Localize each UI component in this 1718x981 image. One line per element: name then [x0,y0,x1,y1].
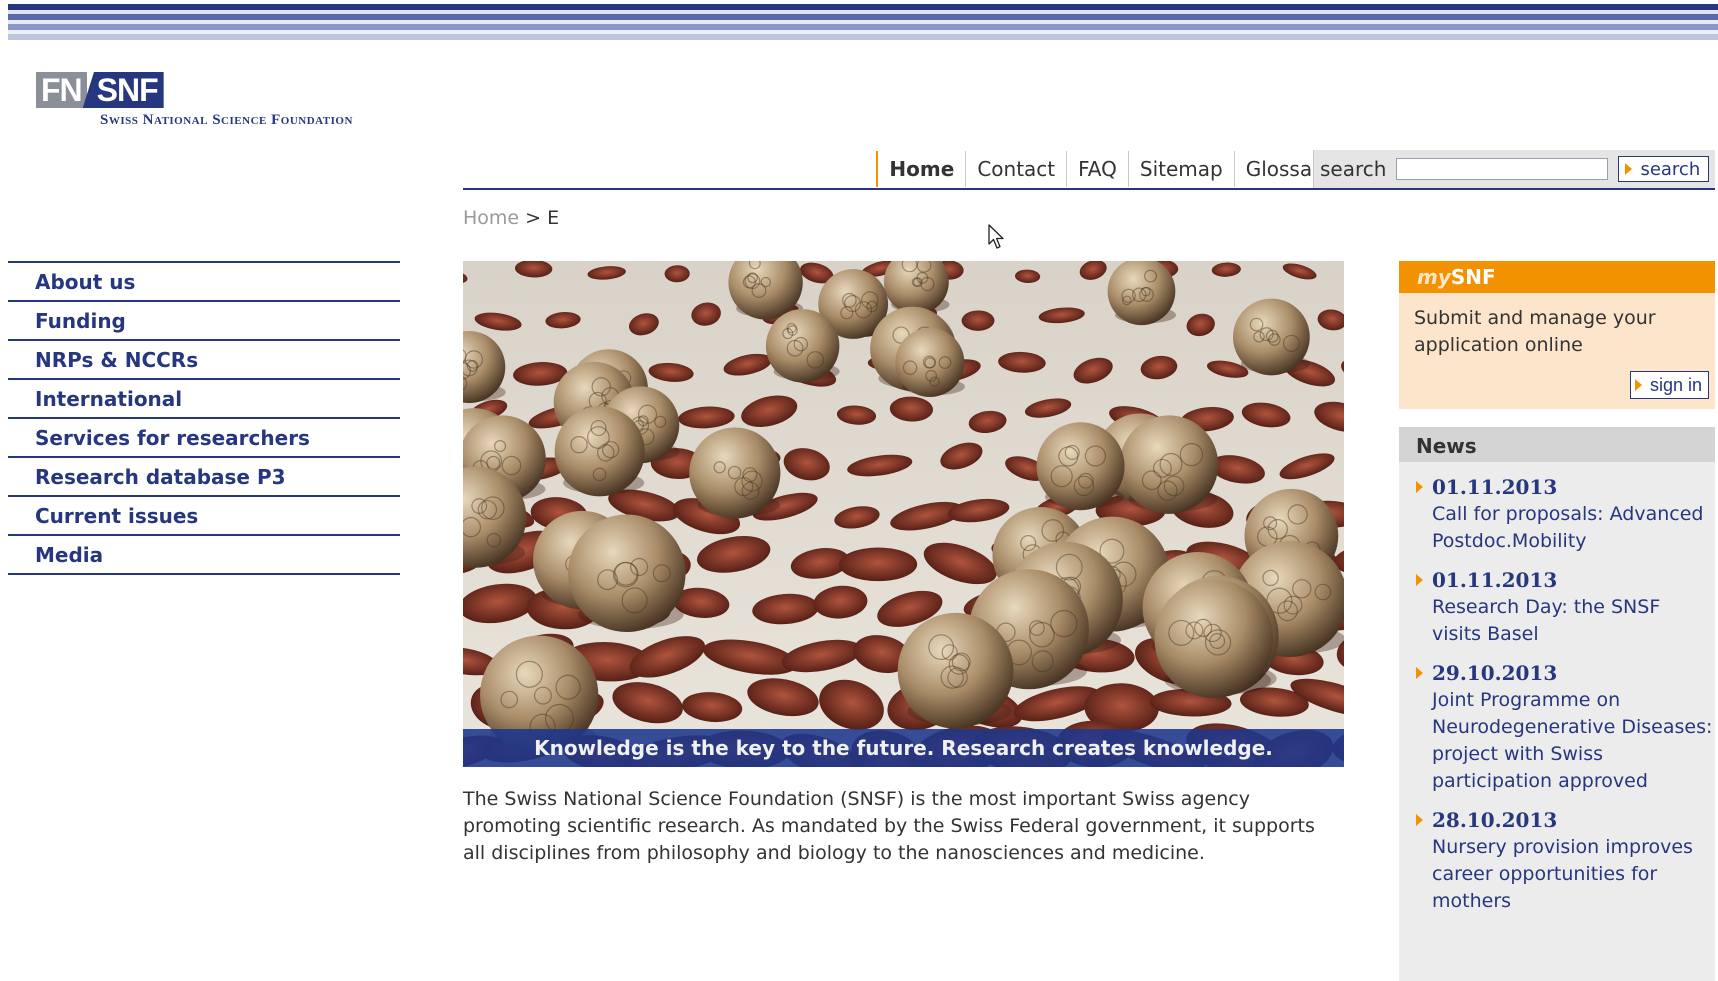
news-item[interactable]: 01.11.2013 Call for proposals: Advanced … [1399,474,1715,555]
intro-text: The Swiss National Science Foundation (S… [463,788,1315,864]
news-headline[interactable]: Call for proposals: Advanced Postdoc.Mob… [1432,501,1715,555]
mysnf-box: mySNF Submit and manage your application… [1399,261,1715,409]
mouse-cursor-icon [988,224,1004,249]
mysnf-title-snf: SNF [1450,265,1496,289]
news-date[interactable]: 28.10.2013 [1432,807,1715,834]
news-item[interactable]: 29.10.2013 Joint Programme on Neurodegen… [1399,660,1715,795]
sidebar-item-nrps-nccrs[interactable]: NRPs & NCCRs [8,341,400,380]
sidebar-item-services[interactable]: Services for researchers [8,419,400,458]
news-item[interactable]: 28.10.2013 Nursery provision improves ca… [1399,807,1715,915]
news-panel: News 01.11.2013 Call for proposals: Adva… [1399,427,1715,981]
search-area: search search [1313,150,1715,188]
arrow-right-icon [1416,667,1423,679]
sidebar-item-international[interactable]: International [8,380,400,419]
top-navigation: Home Contact FAQ Sitemap Glossary D F I … [463,150,1715,190]
hero-image: Knowledge is the key to the future. Rese… [463,261,1344,767]
logo-subtitle: Swiss National Science Foundation [100,112,353,128]
sidebar-item-current-issues[interactable]: Current issues [8,497,400,536]
breadcrumb-home[interactable]: Home [463,207,519,229]
mysnf-description: Submit and manage your application onlin… [1414,307,1656,356]
logo-fn: FN [36,72,87,108]
arrow-right-icon [1416,814,1423,826]
news-title: News [1399,430,1715,462]
cell [1154,579,1274,699]
sign-in-button[interactable]: sign in [1629,371,1709,399]
snf-logo[interactable]: FN SNF Swiss National Science Foundation [36,72,406,138]
search-label: search [1320,157,1387,181]
arrow-right-icon [1634,379,1642,391]
search-input[interactable] [1396,158,1609,180]
search-button-label: search [1640,158,1701,180]
membrane-pore [838,547,918,582]
nav-contact[interactable]: Contact [965,151,1066,187]
news-date[interactable]: 29.10.2013 [1432,660,1715,687]
news-item[interactable]: 01.11.2013 Research Day: the SNSF visits… [1399,567,1715,648]
sidebar-item-funding[interactable]: Funding [8,302,400,341]
search-button[interactable]: search [1618,156,1710,182]
mysnf-title-my: my [1417,265,1451,289]
nav-sitemap[interactable]: Sitemap [1127,151,1234,187]
news-headline[interactable]: Joint Programme on Neurodegenerative Dis… [1432,687,1715,795]
news-date[interactable]: 01.11.2013 [1432,567,1715,594]
hero-caption: Knowledge is the key to the future. Rese… [463,729,1344,767]
arrow-right-icon [1416,481,1423,493]
mysnf-title: mySNF [1399,261,1715,293]
cell [568,514,686,633]
sidebar-item-about-us[interactable]: About us [8,263,400,302]
sidebar-item-media[interactable]: Media [8,536,400,575]
cell [1036,422,1125,511]
cell [1119,415,1219,514]
nav-home[interactable]: Home [876,151,965,187]
header-stripes [8,0,1718,48]
logo-mark: FN SNF [36,72,406,108]
logo-snf: SNF [82,72,164,108]
news-date[interactable]: 01.11.2013 [1432,474,1715,501]
sidebar-item-research-database[interactable]: Research database P3 [8,458,400,497]
breadcrumb-current: E [547,207,560,229]
news-headline[interactable]: Research Day: the SNSF visits Basel [1432,594,1715,648]
cell [554,406,645,497]
hero-cell-illustration [463,261,1344,767]
arrow-right-icon [1625,163,1633,175]
cell [897,612,1014,729]
sidebar-navigation: About us Funding NRPs & NCCRs Internatio… [8,261,400,575]
arrow-right-icon [1416,574,1423,586]
sign-in-label: sign in [1649,374,1702,395]
nav-faq[interactable]: FAQ [1066,151,1128,187]
cell [1233,298,1310,376]
cell [689,427,781,519]
breadcrumb: Home > E [463,207,559,229]
breadcrumb-separator: > [525,207,542,229]
news-headline[interactable]: Nursery provision improves career opport… [1432,834,1715,915]
